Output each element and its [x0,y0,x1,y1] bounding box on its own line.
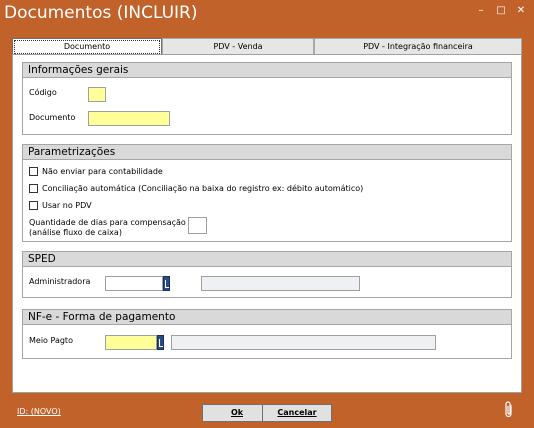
checkbox-box[interactable] [29,184,38,193]
tab-pdv-venda[interactable]: PDV - Venda [162,38,314,54]
close-icon[interactable]: ✕ [512,4,530,18]
record-id-link[interactable]: ID: (NOVO) [17,407,61,416]
documentos-window: Documentos (INCLUIR) – □ ✕ Documento PDV… [0,0,534,428]
minimize-icon[interactable]: – [472,4,490,18]
group-header: Parametrizações [23,145,511,160]
group-header: SPED [23,252,511,267]
meio-pagto-description [171,335,436,350]
window-title: Documentos (INCLUIR) [4,3,198,23]
dias-compensacao-input[interactable] [188,217,207,234]
lookup-icon[interactable] [157,335,164,350]
usar-pdv-label: Usar no PDV [42,201,92,210]
usar-pdv-checkbox[interactable]: Usar no PDV [29,201,92,210]
maximize-icon[interactable]: □ [492,4,510,18]
group-nfe-forma-pagamento: NF-e - Forma de pagamento Meio Pagto [22,309,512,359]
documento-label: Documento [29,113,76,122]
paperclip-icon[interactable] [503,400,515,420]
administradora-code-input[interactable] [105,276,163,291]
nao-enviar-checkbox[interactable]: Não enviar para contabilidade [29,167,163,176]
dias-compensacao-sublabel: (análise fluxo de caixa) [29,228,122,237]
group-informacoes-gerais: Informações gerais Código Documento [22,62,512,135]
checkbox-box[interactable] [29,201,38,210]
administradora-description [201,276,360,291]
meio-pagto-label: Meio Pagto [29,336,73,345]
window-controls: – □ ✕ [472,4,530,18]
group-header: NF-e - Forma de pagamento [23,310,511,325]
nao-enviar-label: Não enviar para contabilidade [42,167,163,176]
dias-compensacao-label: Quantidade de dias para compensação [29,218,186,227]
cancel-button-label: Cancelar [277,408,317,417]
tab-documento[interactable]: Documento [12,38,162,55]
group-header: Informações gerais [23,63,511,78]
codigo-input[interactable] [88,87,106,102]
ok-button-label: Ok [230,408,244,417]
conciliacao-label: Conciliação automática (Conciliação na b… [42,184,364,193]
lookup-icon[interactable] [163,276,170,291]
group-sped: SPED Administradora [22,251,512,298]
documento-input[interactable] [88,111,170,126]
tab-pdv-integracao[interactable]: PDV - Integração financeira [314,38,522,54]
conciliacao-checkbox[interactable]: Conciliação automática (Conciliação na b… [29,184,363,193]
tab-bar: Documento PDV - Venda PDV - Integração f… [12,38,522,55]
tab-panel-documento: Informações gerais Código Documento Para… [12,54,522,393]
cancel-button[interactable]: Cancelar [262,404,332,422]
codigo-label: Código [29,88,57,97]
administradora-label: Administradora [29,277,91,286]
group-parametrizacoes: Parametrizações Não enviar para contabil… [22,144,512,242]
checkbox-box[interactable] [29,167,38,176]
meio-pagto-code-input[interactable] [105,335,157,350]
